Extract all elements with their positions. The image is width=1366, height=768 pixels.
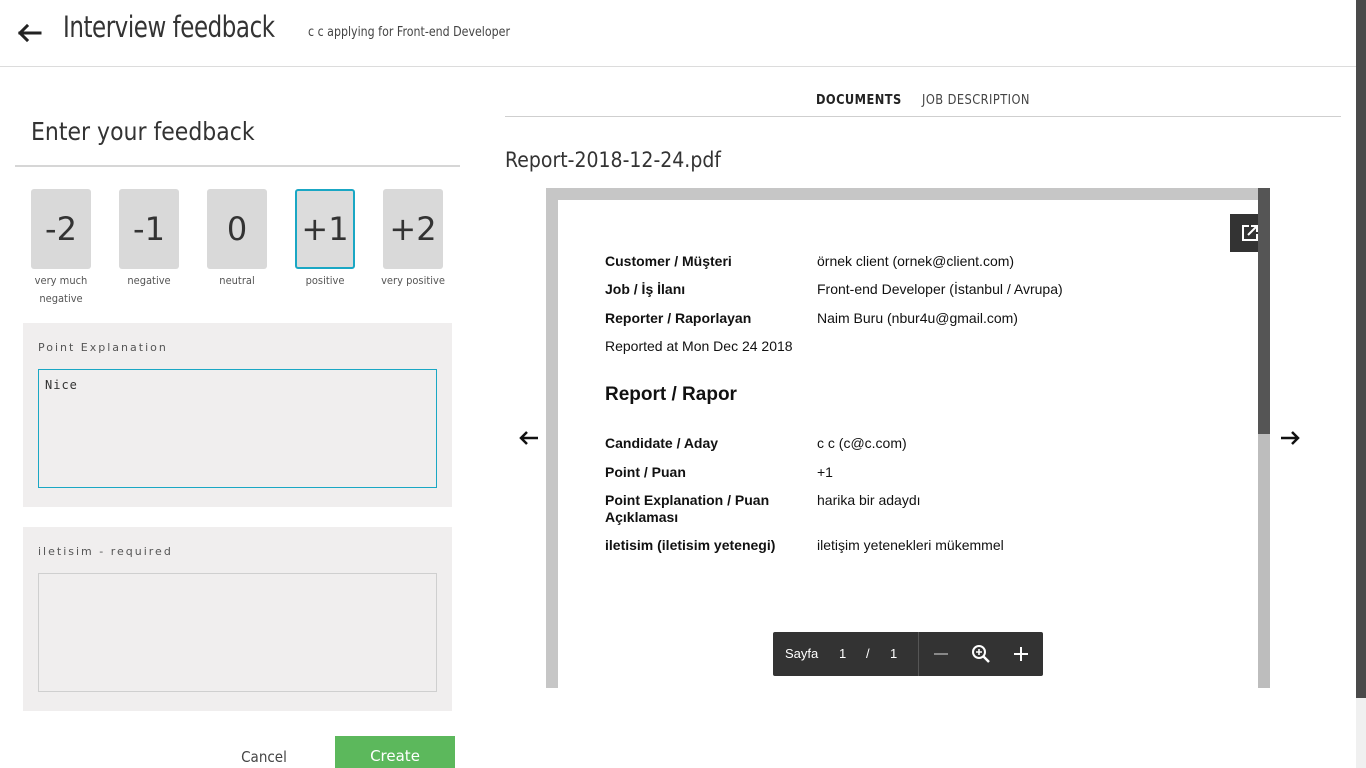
point-explanation-section: Point Explanation (23, 323, 452, 507)
tab-documents[interactable]: DOCUMENTS (816, 93, 902, 108)
pdf-row-key: Candidate / Aday (605, 435, 719, 451)
score-label: neutral (219, 274, 255, 287)
pdf-scrollbar-thumb[interactable] (1258, 188, 1270, 434)
point-explanation-label: Point Explanation (38, 341, 168, 354)
document-filename: Report-2018-12-24.pdf (505, 148, 721, 172)
pdf-row-value: iletişim yetenekleri mükemmel (817, 537, 1004, 553)
pdf-row-value: c c (c@c.com) (817, 435, 907, 451)
pdf-row-value: Front-end Developer (İstanbul / Avrupa) (817, 281, 1063, 297)
score-minus-2-button[interactable]: -2 (31, 189, 91, 269)
page-scrollbar-thumb[interactable] (1356, 0, 1366, 698)
page-label: Sayfa (785, 646, 819, 661)
pdf-row-value: Naim Buru (nbur4u@gmail.com) (817, 310, 1018, 326)
page-header: Interview feedback c c applying for Fron… (0, 0, 1356, 67)
zoom-fit-icon[interactable] (969, 642, 993, 666)
zoom-in-icon[interactable] (1009, 642, 1033, 666)
document-tabs: DOCUMENTS JOB DESCRIPTION (505, 88, 1341, 117)
score-label: very much negative (34, 274, 88, 305)
pdf-row-key: iletisim (iletisim yetenegi) (605, 537, 776, 553)
score-0-button[interactable]: 0 (207, 189, 267, 269)
iletisim-label: iletisim - required (38, 545, 173, 558)
pdf-row-key: Point Explanation / Puan Açıklaması (605, 492, 770, 525)
page-title: Interview feedback (63, 10, 275, 44)
iletisim-textarea[interactable] (38, 573, 437, 692)
score-label: negative (127, 274, 171, 287)
pdf-row-value: harika bir adaydı (817, 492, 921, 508)
toolbar-divider (918, 632, 919, 676)
pdf-page: Customer / Müşteri örnek client (ornek@c… (558, 200, 1270, 688)
page-separator: / (866, 646, 870, 661)
pdf-row-value: örnek client (ornek@client.com) (817, 253, 1015, 269)
iletisim-section: iletisim - required (23, 527, 452, 711)
cancel-button[interactable]: Cancel (232, 740, 297, 768)
feedback-heading: Enter your feedback (31, 117, 255, 146)
next-document-arrow-icon[interactable] (1278, 426, 1302, 450)
current-page-number[interactable]: 1 (839, 646, 846, 661)
pdf-viewer: Customer / Müşteri örnek client (ornek@c… (546, 188, 1270, 688)
score-label: very positive (381, 274, 445, 287)
zoom-out-icon[interactable] (929, 642, 953, 666)
pdf-row-value: +1 (817, 464, 833, 480)
total-pages: 1 (890, 646, 898, 661)
pdf-row-key: Reporter / Raporlayan (605, 310, 752, 326)
score-plus-1-button[interactable]: +1 (295, 189, 355, 269)
score-label: positive (305, 274, 345, 287)
score-minus-1-button[interactable]: -1 (119, 189, 179, 269)
point-explanation-textarea[interactable] (38, 369, 437, 488)
page-subtitle: c c applying for Front-end Developer (308, 25, 510, 40)
page-scrollbar[interactable] (1356, 0, 1366, 768)
pdf-toolbar: Sayfa 1 / 1 (773, 632, 1043, 676)
back-arrow-icon[interactable] (14, 18, 44, 48)
pdf-row-key: Point / Puan (605, 464, 686, 480)
pdf-reported-at: Reported at Mon Dec 24 2018 (605, 338, 793, 354)
feedback-divider (15, 165, 460, 167)
pdf-row-key: Customer / Müşteri (605, 253, 732, 269)
pdf-row-key: Job / İş İlanı (605, 281, 686, 297)
pdf-report-heading: Report / Rapor (605, 384, 737, 405)
previous-document-arrow-icon[interactable] (517, 426, 541, 450)
tab-job-description[interactable]: JOB DESCRIPTION (922, 93, 1030, 108)
create-button[interactable]: Create (335, 736, 455, 768)
score-plus-2-button[interactable]: +2 (383, 189, 443, 269)
